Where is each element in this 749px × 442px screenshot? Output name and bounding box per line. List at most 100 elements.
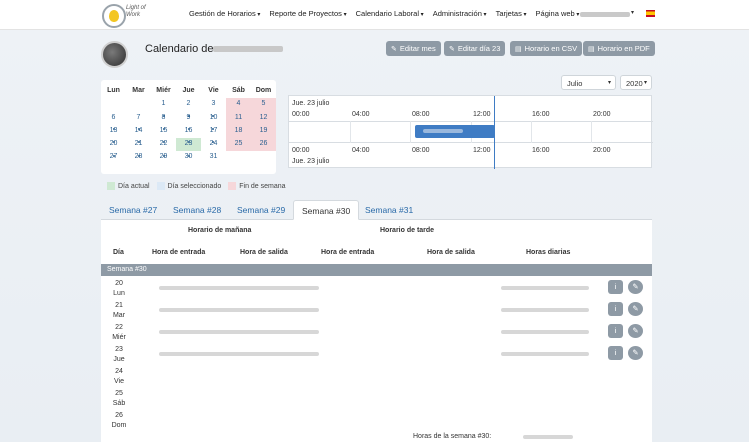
- edit-day-button[interactable]: ✎ Editar día 23: [444, 41, 506, 56]
- day-number: 22: [115, 324, 123, 331]
- week-group-band: Semana #30: [101, 264, 652, 276]
- worked-day-dot: [163, 128, 165, 130]
- week-total-redacted: [523, 435, 573, 439]
- spain-flag-icon[interactable]: [646, 10, 655, 17]
- calendar-day[interactable]: 14: [126, 125, 151, 138]
- calendar-day[interactable]: 13: [101, 125, 126, 138]
- chevron-down-icon[interactable]: ▾: [631, 9, 634, 16]
- calendar-week-row: 13 14 15 16 17 18 19: [101, 124, 276, 139]
- csv-export-button[interactable]: ▤ Horario en CSV: [510, 41, 583, 56]
- legend-swatch: [107, 182, 115, 190]
- info-button[interactable]: i: [608, 302, 623, 316]
- weekday-label: Lun: [107, 87, 120, 94]
- user-name-redacted: [213, 46, 283, 52]
- pencil-icon: ✎: [632, 304, 639, 313]
- month-select[interactable]: Julio ▾: [561, 75, 616, 90]
- tab-semana-31[interactable]: Semana #31: [357, 200, 421, 220]
- current-time-line: [494, 96, 495, 169]
- menu-administracion[interactable]: Administración: [433, 9, 487, 18]
- calendar-day[interactable]: 10: [201, 112, 226, 125]
- weekday-label: Mar: [132, 87, 145, 94]
- month-select-value: Julio: [567, 79, 583, 88]
- worked-day-dot: [138, 155, 140, 157]
- day-number: 24: [115, 368, 123, 375]
- calendar-day-empty: [101, 98, 126, 111]
- calendar-day[interactable]: 31: [201, 151, 226, 164]
- week-total-label: Horas de la semana #30:: [413, 433, 492, 440]
- year-select-value: 2020: [626, 79, 643, 88]
- timeline-hour: 20:00: [593, 147, 611, 154]
- info-button[interactable]: i: [608, 324, 623, 338]
- edit-button[interactable]: ✎: [628, 346, 643, 360]
- legend-selected: Día seleccionado: [156, 182, 221, 190]
- day-name: Dom: [111, 422, 127, 429]
- calendar-day[interactable]: 1: [151, 98, 176, 111]
- user-menu[interactable]: [580, 12, 630, 17]
- edit-button[interactable]: ✎: [628, 280, 643, 294]
- timeline-gridline: [410, 121, 411, 143]
- calendar-day[interactable]: 9: [176, 112, 201, 125]
- timeline-hour: 04:00: [352, 111, 370, 118]
- tab-semana-28[interactable]: Semana #28: [165, 200, 229, 220]
- calendar-day[interactable]: 8: [151, 112, 176, 125]
- calendar-day-weekend[interactable]: 4: [226, 98, 251, 112]
- calendar-day[interactable]: 27: [101, 151, 126, 164]
- menu-reporte-proyectos[interactable]: Reporte de Proyectos: [269, 9, 346, 18]
- worked-day-dot: [212, 141, 214, 143]
- calendar-day[interactable]: 17: [201, 125, 226, 138]
- calendar-day[interactable]: 30: [176, 151, 201, 164]
- calendar-day-weekend[interactable]: 18: [226, 124, 251, 139]
- group-header-afternoon: Horario de tarde: [380, 227, 435, 234]
- timeline-date-top: Jue. 23 julio: [292, 100, 330, 107]
- calendar-day[interactable]: 3: [201, 98, 226, 111]
- calendar-day[interactable]: 15: [151, 125, 176, 138]
- tab-semana-30[interactable]: Semana #30: [293, 200, 360, 220]
- tab-semana-27[interactable]: Semana #27: [101, 200, 165, 220]
- calendar-day-weekend[interactable]: 11: [226, 111, 251, 125]
- edit-button[interactable]: ✎: [628, 302, 643, 316]
- worked-day-dot: [163, 155, 165, 157]
- week-tabs: Semana #27 Semana #28 Semana #29 Semana …: [101, 200, 652, 220]
- page-title: Calendario de: [145, 43, 214, 55]
- work-shift-bar[interactable]: [415, 125, 495, 138]
- calendar-day[interactable]: 28: [126, 151, 151, 164]
- pencil-icon: ✎: [632, 282, 639, 291]
- pdf-export-button[interactable]: ▤ Horario en PDF: [583, 41, 655, 56]
- calendar-day-weekend[interactable]: 26: [251, 138, 276, 152]
- calendar-day[interactable]: 29: [151, 151, 176, 164]
- menu-pagina-web[interactable]: Página web: [536, 9, 580, 18]
- calendar-day[interactable]: 7: [126, 112, 151, 125]
- calendar-day-weekend[interactable]: 25: [226, 138, 251, 152]
- legend-label: Día actual: [118, 182, 150, 190]
- worked-day-dot: [188, 115, 190, 117]
- worked-day-dot: [138, 141, 140, 143]
- year-select[interactable]: 2020 ▾: [620, 75, 652, 90]
- bulb-logo-icon: [109, 10, 119, 22]
- timeline-gridline: [531, 121, 532, 143]
- timeline-gridline: [350, 121, 351, 143]
- tab-semana-29[interactable]: Semana #29: [229, 200, 293, 220]
- calendar-grid: Lun Mar Miér Jue Vie Sáb Dom 1 2 3 4 5 6…: [101, 85, 276, 165]
- edit-button[interactable]: ✎: [628, 324, 643, 338]
- calendar-day-weekend[interactable]: 12: [251, 111, 276, 125]
- calendar-day-weekend[interactable]: 19: [251, 124, 276, 139]
- legend-swatch: [228, 182, 237, 190]
- menu-calendario-laboral[interactable]: Calendario Laboral: [356, 9, 424, 18]
- calendar-day[interactable]: 16: [176, 125, 201, 138]
- calendar-weekday-row: Lun Mar Miér Jue Vie Sáb Dom: [101, 85, 276, 98]
- calendar-day[interactable]: 6: [101, 112, 126, 125]
- info-button[interactable]: i: [608, 346, 623, 360]
- timeline-date-bottom: Jue. 23 julio: [292, 158, 330, 165]
- timeline-hours-bottom: 00:00 04:00 08:00 12:00 16:00 20:00: [289, 147, 653, 157]
- calendar-day[interactable]: 2: [176, 98, 201, 111]
- app-logo[interactable]: Light of Work: [102, 4, 146, 28]
- menu-gestion-horarios[interactable]: Gestión de Horarios: [189, 9, 260, 18]
- menu-tarjetas[interactable]: Tarjetas: [496, 9, 527, 18]
- week-schedule-table: Horario de mañana Horario de tarde Día H…: [101, 220, 652, 442]
- daily-hours-redacted: [501, 286, 589, 290]
- info-button[interactable]: i: [608, 280, 623, 294]
- calendar-day-weekend[interactable]: 5: [251, 98, 276, 112]
- csv-export-label: Horario en CSV: [524, 44, 578, 53]
- edit-month-button[interactable]: ✎ Editar mes: [386, 41, 441, 56]
- weekday-label: Vie: [208, 87, 219, 94]
